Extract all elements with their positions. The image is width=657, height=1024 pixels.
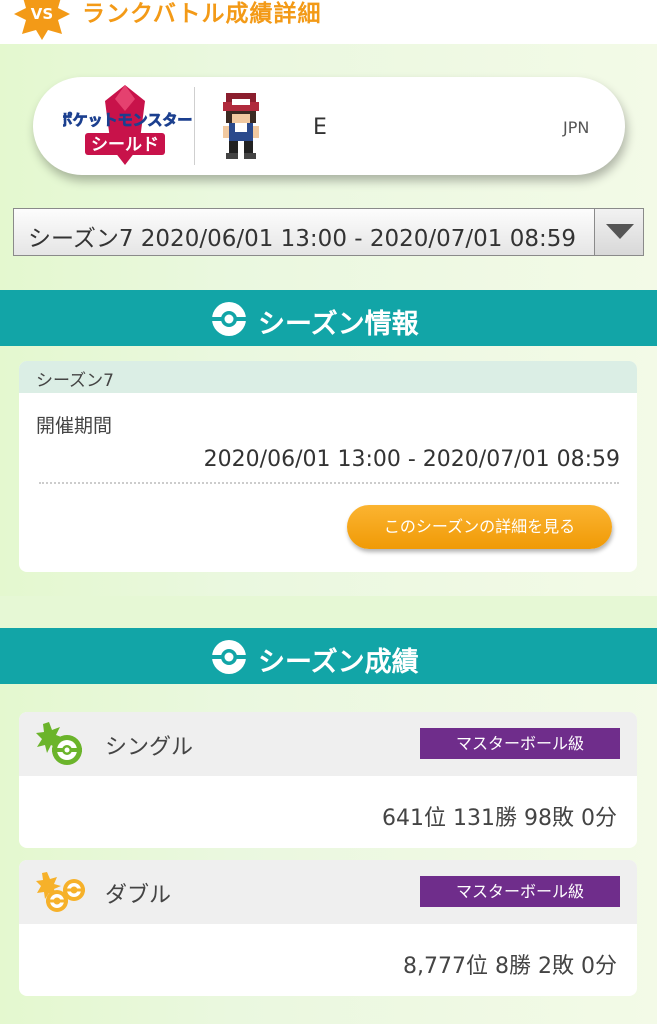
double-record-card: ダブル マスターボール級 8,777位 8勝 2敗 0分: [19, 860, 637, 996]
player-name: E: [313, 115, 327, 140]
svg-text:シールド: シールド: [91, 135, 159, 155]
select-dropdown-button[interactable]: [594, 209, 643, 255]
section-title: シーズン成績: [258, 647, 419, 678]
season-card-header: シーズン7: [19, 361, 637, 393]
pokeball-icon: [212, 640, 246, 674]
record-name: シングル: [105, 735, 194, 760]
season-info-header: シーズン情報: [0, 290, 657, 346]
section-spacer: [0, 596, 657, 628]
record-header: ダブル マスターボール級: [19, 860, 637, 924]
double-battle-icon: [36, 872, 85, 912]
record-summary: 8,777位 8勝 2敗 0分: [403, 954, 617, 979]
season-select[interactable]: シーズン7 2020/06/01 13:00 - 2020/07/01 08:5…: [13, 208, 644, 256]
single-record-card: シングル マスターボール級 641位 131勝 98敗 0分: [19, 712, 637, 848]
season-select-value: シーズン7 2020/06/01 13:00 - 2020/07/01 08:5…: [28, 226, 577, 252]
profile-divider: [194, 87, 195, 165]
period-value: 2020/06/01 13:00 - 2020/07/01 08:59: [203, 447, 620, 472]
record-summary: 641位 131勝 98敗 0分: [382, 806, 617, 831]
record-header: シングル マスターボール級: [19, 712, 637, 776]
player-region: JPN: [563, 118, 590, 137]
chevron-down-icon: [606, 224, 634, 239]
pokemon-shield-logo: ポケットモンスター シールド: [63, 85, 193, 165]
rank-class-badge: マスターボール級: [420, 876, 620, 907]
top-header: VS ランクバトル成績詳細: [0, 0, 657, 44]
section-title: シーズン情報: [258, 309, 419, 340]
svg-text:VS: VS: [31, 5, 53, 23]
single-battle-icon: [36, 722, 82, 765]
profile-card: ポケットモンスター シールド E JPN: [33, 77, 625, 175]
season-name: シーズン7: [36, 371, 114, 391]
divider: [39, 482, 619, 484]
svg-text:ポケットモンスター: ポケットモンスター: [63, 111, 192, 129]
season-results-header: シーズン成績: [0, 628, 657, 684]
season-detail-button[interactable]: このシーズンの詳細を見る: [347, 505, 612, 549]
pokeball-icon: [212, 302, 246, 336]
vs-badge-icon: VS: [14, 0, 70, 40]
period-label: 開催期間: [36, 415, 113, 437]
rank-class-badge: マスターボール級: [420, 728, 620, 759]
season-info-card: シーズン7 開催期間 2020/06/01 13:00 - 2020/07/01…: [19, 361, 637, 572]
trainer-avatar: [223, 93, 259, 159]
page-title: ランクバトル成績詳細: [82, 1, 322, 27]
record-name: ダブル: [105, 883, 172, 908]
